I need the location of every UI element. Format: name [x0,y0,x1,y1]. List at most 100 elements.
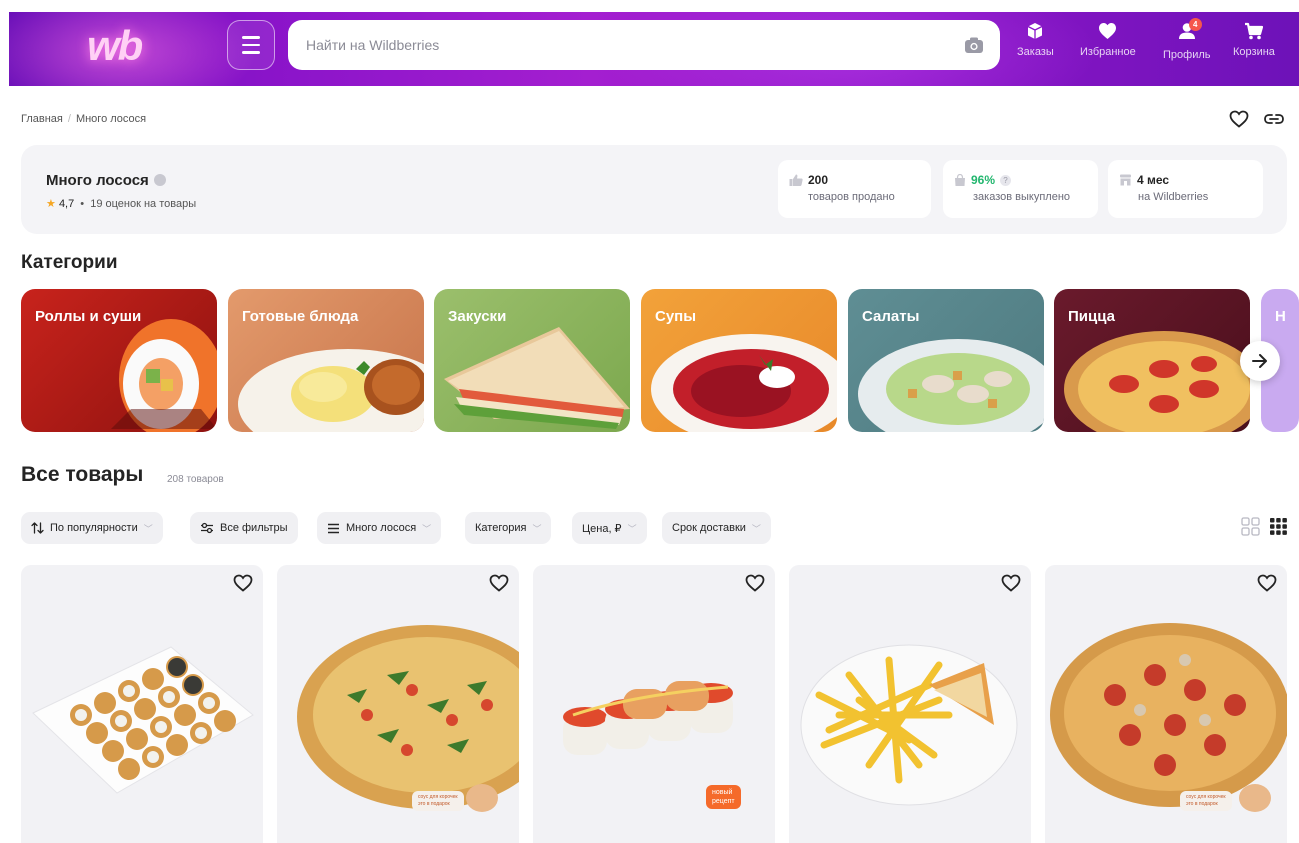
new-recipe-line-1: новый [712,789,733,796]
heart-icon [1099,23,1117,39]
promo-line-1: соус для корочек [1186,794,1226,800]
stat-age-value-row: 4 мес [1119,173,1263,187]
category-rolls[interactable]: Роллы и суши [21,289,217,432]
category-ready-meals[interactable]: Готовые блюда [228,289,424,432]
arrow-right-icon [1252,354,1267,368]
top-header: wb Найти на Wildberries Заказы Избранное [9,12,1299,86]
sort-icon [31,522,44,534]
promo-tag: соус для корочек это в подарок [1180,791,1232,811]
heart-outline-icon[interactable] [1229,110,1249,128]
help-icon[interactable]: ? [1000,174,1012,186]
favorite-icon[interactable] [233,574,253,592]
stat-bought-value: 96% [971,173,996,187]
thumbs-up-icon [789,174,803,186]
rating-separator: • [80,198,85,210]
search-input[interactable]: Найти на Wildberries [306,37,439,53]
promo-line-2: это в подарок [1186,801,1218,807]
favorite-icon[interactable] [745,574,765,592]
category-ready-meals-label: Готовые блюда [242,308,359,325]
stat-sold-label: товаров продано [808,191,895,203]
category-salads-label: Салаты [862,308,920,325]
search-bar[interactable]: Найти на Wildberries [288,20,1000,70]
link-icon[interactable] [1263,110,1285,128]
product-card[interactable]: новый рецепт [533,565,775,843]
breadcrumb-current: Много лосося [75,113,147,125]
bag-icon [955,174,965,186]
nav-cart[interactable]: Корзина [1233,22,1275,58]
wildberries-logo[interactable]: wb [87,22,143,70]
filter-price[interactable]: Цена, ₽ ﹀ [572,512,647,544]
info-icon[interactable] [153,174,166,186]
filter-all[interactable]: Все фильтры [190,512,298,544]
category-snacks-label: Закуски [448,308,507,325]
product-card[interactable] [789,565,1031,843]
stat-bought-label: заказов выкуплено [973,191,1071,203]
all-goods-count: 208 товаров [167,474,224,485]
pizza-pepperoni-image [1050,623,1287,812]
nav-orders-label: Заказы [1017,46,1054,58]
categories-next-button[interactable] [1240,341,1280,381]
filter-delivery[interactable]: Срок доставки ﹀ [662,512,771,544]
category-rolls-label: Роллы и суши [35,308,142,325]
filter-category[interactable]: Категория ﹀ [465,512,552,544]
sushi-set-image [32,646,254,794]
stat-bought-out: 96% ? заказов выкуплено [943,160,1098,218]
category-pizza[interactable]: Пицца [1054,289,1250,432]
new-recipe-line-2: рецепт [712,798,735,805]
nav-favorites[interactable]: Избранное [1080,22,1136,58]
chevron-down-icon: ﹀ [143,523,153,534]
grid-large-icon[interactable] [1241,517,1260,536]
breadcrumb: Главная / Много лосося [21,113,146,125]
view-toggle [1241,517,1288,536]
nav-cart-label: Корзина [1233,46,1275,58]
stat-bought-value-row: 96% ? [954,173,1098,187]
new-recipe-tag: новый рецепт [706,785,741,809]
filter-delivery-label: Срок доставки [672,522,746,534]
promo-line-1: соус для корочек [418,794,458,800]
stat-age-value: 4 мес [1137,173,1170,187]
product-card[interactable]: соус для корочек это в подарок [277,565,519,843]
filter-brand[interactable]: Много лосося ﹀ [317,512,442,544]
favorite-icon[interactable] [1001,574,1021,592]
chevron-down-icon: ﹀ [422,523,432,534]
reviews-count[interactable]: 19 оценок на товары [90,198,196,210]
list-icon [328,523,339,533]
seller-name-text: Много лосося [46,172,149,189]
breadcrumb-home[interactable]: Главная [21,113,63,125]
filters-icon [201,522,213,534]
filter-category-label: Категория [475,522,527,534]
promo-line-2: это в подарок [418,801,450,807]
cart-icon [1245,22,1264,40]
profile-icon-wrap: 4 [1178,18,1202,43]
stat-sold: 200 товаров продано [778,160,931,218]
catalog-menu-button[interactable] [227,20,275,70]
camera-icon[interactable] [964,37,984,54]
favorite-icon[interactable] [1257,574,1277,592]
seller-card: Много лосося ★ 4,7 • 19 оценок на товары… [21,145,1287,234]
star-icon: ★ [46,198,56,210]
category-pizza-label: Пицца [1068,308,1115,325]
filter-sort-label: По популярности [50,522,138,534]
nav-profile-label: Профиль [1163,49,1211,61]
all-goods-title: Все товары [21,463,144,486]
stat-sold-value: 200 [808,173,829,187]
category-snacks[interactable]: Закуски [434,289,630,432]
store-icon [1120,174,1131,186]
profile-badge: 4 [1188,18,1202,31]
product-card[interactable]: соус для корочек это в подарок [1045,565,1287,843]
page-actions [1229,110,1285,128]
category-soups[interactable]: Супы [641,289,837,432]
seller-name: Много лосося [46,172,166,189]
fries-image [800,644,1018,806]
rating-value: 4,7 [58,198,75,210]
chevron-down-icon: ﹀ [627,523,637,534]
grid-small-icon[interactable] [1269,517,1288,536]
nav-orders[interactable]: Заказы [1017,22,1054,58]
favorite-icon[interactable] [489,574,509,592]
product-card[interactable] [21,565,263,843]
nav-profile[interactable]: 4 Профиль [1163,18,1211,61]
nav-favorites-label: Избранное [1080,46,1136,58]
category-salads[interactable]: Салаты [848,289,1044,432]
chevron-down-icon: ﹀ [532,523,542,534]
filter-sort[interactable]: По популярности ﹀ [21,512,163,544]
